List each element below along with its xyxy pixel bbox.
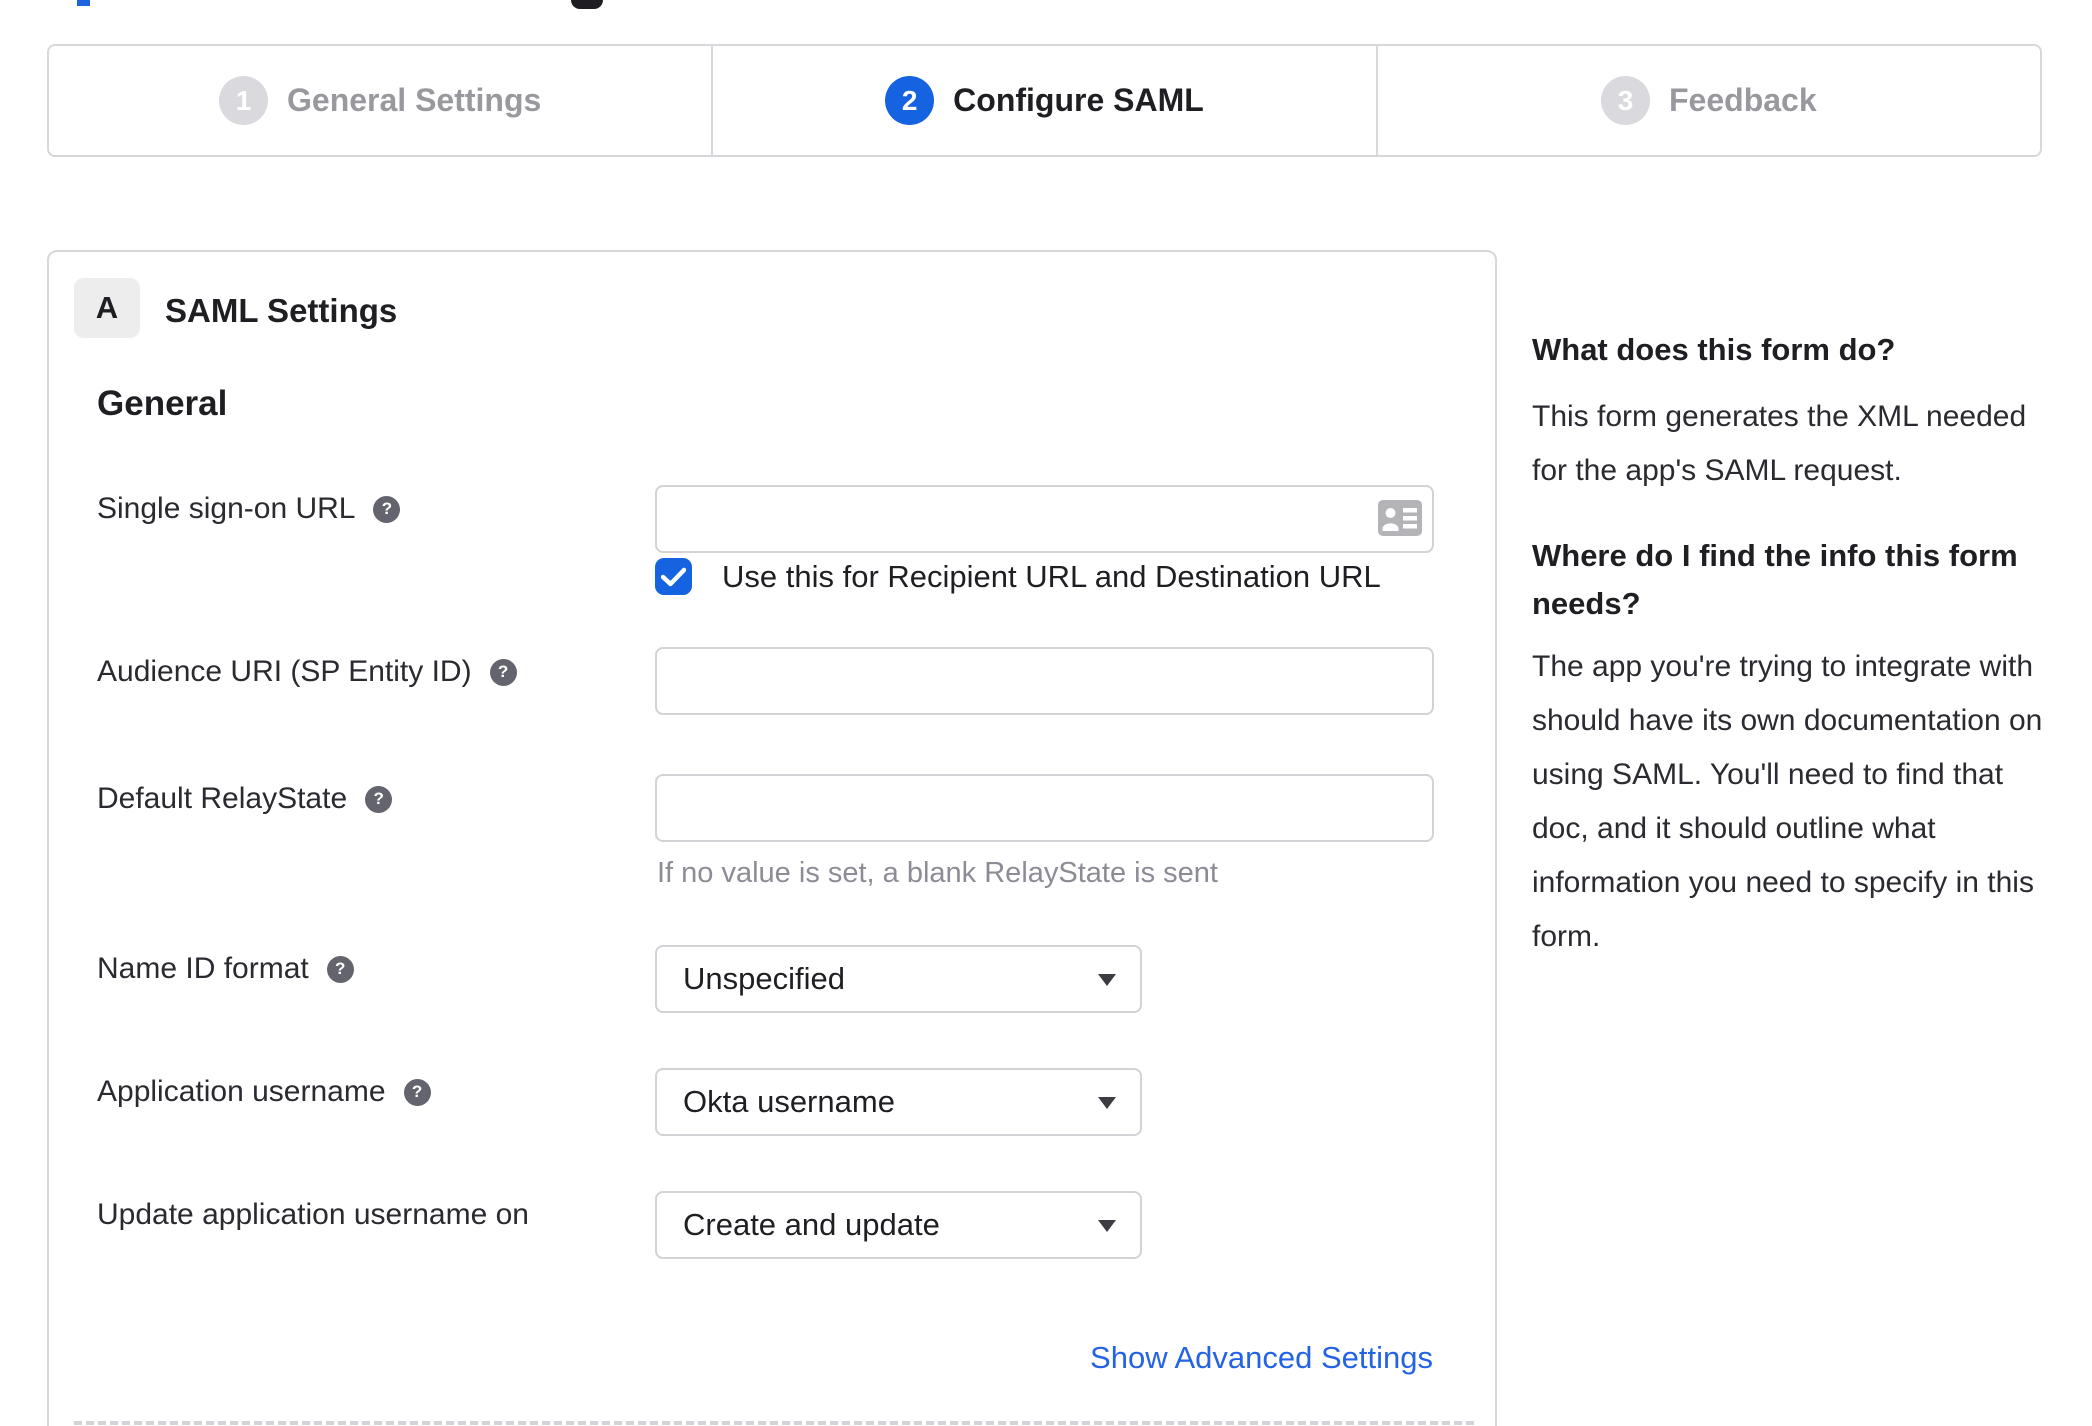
cropped-header-fragment-blue	[77, 0, 90, 6]
help-question-2: Where do I find the info this form needs…	[1532, 538, 2018, 621]
chevron-down-icon	[1098, 1097, 1116, 1109]
default-relaystate-label: Default RelayState ?	[97, 782, 393, 816]
configure-saml-page: 1 General Settings 2 Configure SAML 3 Fe…	[0, 0, 2092, 1426]
single-sign-on-url-label: Single sign-on URL ?	[97, 492, 401, 526]
help-answer-1: This form generates the XML needed for t…	[1532, 400, 2027, 487]
update-application-username-select[interactable]: Create and update	[655, 1191, 1142, 1259]
update-application-username-label: Update application username on	[97, 1198, 529, 1232]
help-icon[interactable]: ?	[326, 955, 354, 983]
step-number-badge: 2	[885, 76, 935, 125]
help-icon[interactable]: ?	[365, 785, 393, 813]
single-sign-on-url-input[interactable]	[655, 485, 1434, 553]
field-label-text: Audience URI (SP Entity ID)	[97, 655, 472, 688]
help-icon[interactable]: ?	[403, 1078, 431, 1106]
field-label-text: Single sign-on URL	[97, 492, 356, 525]
step-number-badge: 3	[1601, 76, 1650, 125]
step-general-settings[interactable]: 1 General Settings	[49, 46, 711, 155]
cropped-header-fragment-dark	[571, 0, 603, 9]
help-icon[interactable]: ?	[489, 658, 517, 686]
chevron-down-icon	[1098, 1220, 1116, 1232]
wizard-stepper: 1 General Settings 2 Configure SAML 3 Fe…	[47, 44, 2042, 157]
step-feedback[interactable]: 3 Feedback	[1375, 46, 2040, 155]
recipient-url-checkbox-label: Use this for Recipient URL and Destinati…	[722, 558, 1381, 594]
step-label: Configure SAML	[953, 82, 1204, 118]
card-title: SAML Settings	[165, 292, 398, 329]
help-icon[interactable]: ?	[373, 495, 401, 523]
recipient-url-checkbox-row: Use this for Recipient URL and Destinati…	[655, 558, 1381, 595]
field-label-text: Name ID format	[97, 952, 309, 985]
general-section-heading: General	[97, 384, 228, 423]
audience-uri-label: Audience URI (SP Entity ID) ?	[97, 655, 517, 689]
step-label: General Settings	[287, 82, 542, 118]
name-id-format-select[interactable]: Unspecified	[655, 945, 1142, 1013]
select-value: Unspecified	[683, 961, 845, 996]
step-label: Feedback	[1669, 82, 1817, 118]
step-number-badge: 1	[219, 76, 269, 125]
default-relaystate-input[interactable]	[655, 774, 1434, 842]
field-label-text: Default RelayState	[97, 782, 348, 815]
application-username-select[interactable]: Okta username	[655, 1068, 1142, 1136]
checkmark-icon	[661, 567, 686, 586]
step-configure-saml[interactable]: 2 Configure SAML	[711, 46, 1375, 155]
select-value: Create and update	[683, 1207, 940, 1242]
section-a-badge: A	[74, 278, 140, 338]
single-sign-on-url-input-wrap	[655, 485, 1434, 553]
dashed-section-divider	[74, 1421, 1474, 1425]
show-advanced-settings-link[interactable]: Show Advanced Settings	[1090, 1340, 1433, 1376]
recipient-url-checkbox[interactable]	[655, 558, 692, 595]
saml-settings-card: A SAML Settings General Single sign-on U…	[47, 250, 1497, 1426]
help-question-1: What does this form do?	[1532, 332, 1896, 367]
relaystate-hint: If no value is set, a blank RelayState i…	[657, 857, 1218, 889]
select-value: Okta username	[683, 1084, 895, 1119]
field-label-text: Update application username on	[97, 1198, 529, 1231]
help-answer-2: The app you're trying to integrate with …	[1532, 650, 2043, 953]
name-id-format-label: Name ID format ?	[97, 952, 354, 986]
field-label-text: Application username	[97, 1075, 386, 1108]
application-username-label: Application username ?	[97, 1075, 431, 1109]
chevron-down-icon	[1098, 974, 1116, 986]
audience-uri-input[interactable]	[655, 647, 1434, 715]
